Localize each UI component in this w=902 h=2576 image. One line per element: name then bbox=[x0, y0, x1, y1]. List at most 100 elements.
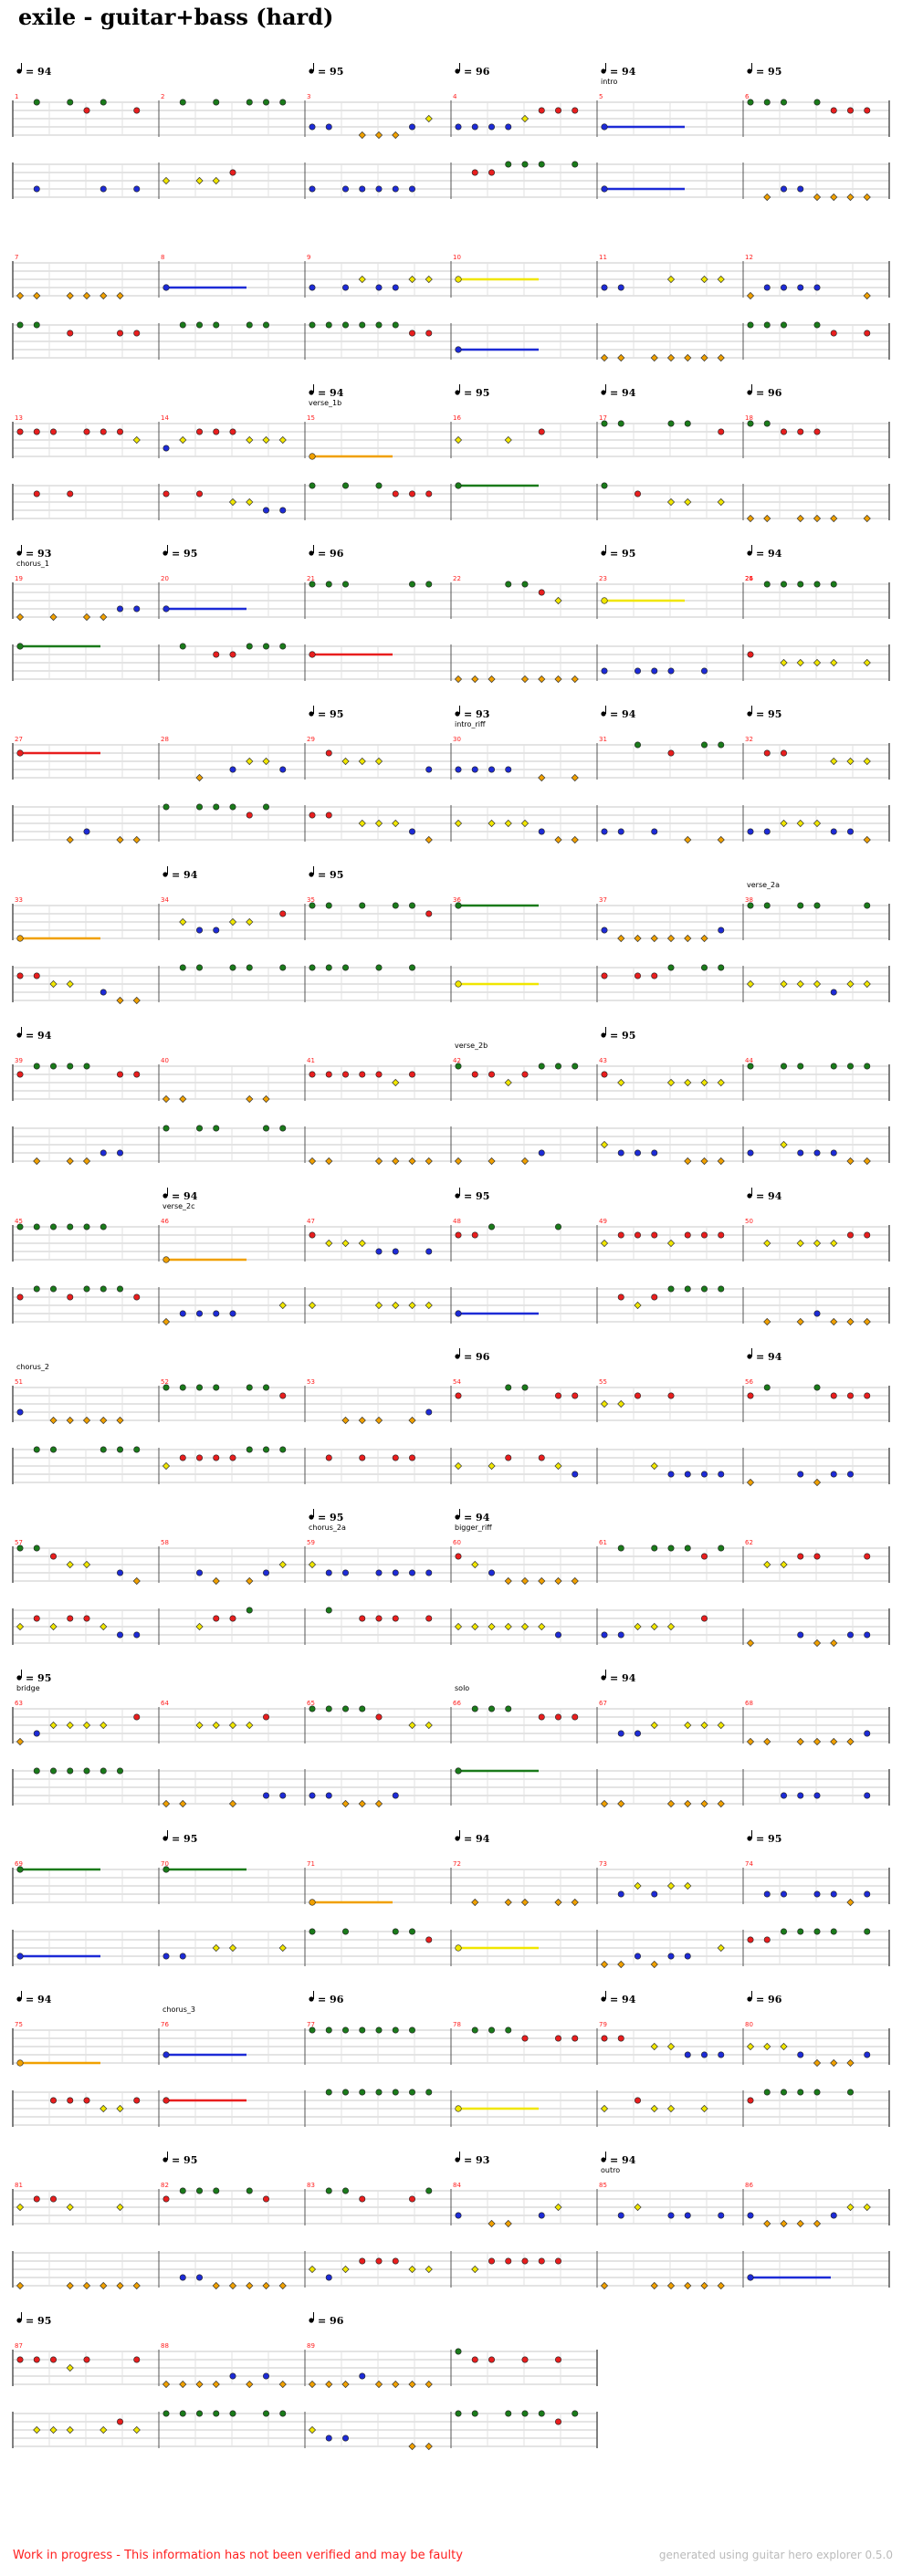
note-gem bbox=[718, 1285, 725, 1293]
measure-number: 7 bbox=[15, 254, 18, 261]
hopo-gem bbox=[100, 2281, 108, 2290]
note-gem bbox=[213, 1310, 220, 1317]
tempo-value: = 96 bbox=[318, 2315, 344, 2327]
hopo-gem bbox=[308, 1301, 317, 1310]
hopo-gem bbox=[650, 353, 658, 362]
hopo-gem bbox=[246, 1576, 254, 1586]
tempo-marker: = 96 bbox=[455, 1348, 490, 1363]
hopo-gem bbox=[813, 2219, 822, 2228]
quarter-note-icon bbox=[16, 1675, 22, 1681]
hopo-gem bbox=[520, 1157, 530, 1166]
hopo-gem bbox=[212, 1576, 220, 1586]
note-gem bbox=[700, 1285, 708, 1293]
hopo-gem bbox=[246, 757, 254, 766]
hopo-gem bbox=[813, 1478, 822, 1487]
hopo-gem bbox=[666, 934, 676, 943]
guitar-staff bbox=[12, 1384, 890, 1425]
note-gem bbox=[505, 581, 512, 588]
note-gem bbox=[392, 1928, 399, 1935]
note-gem bbox=[813, 321, 821, 329]
hopo-gem bbox=[520, 819, 530, 828]
tempo-marker: = 93 bbox=[455, 2152, 489, 2166]
hopo-gem bbox=[132, 835, 141, 844]
bass-staff bbox=[12, 2251, 890, 2290]
note-gem bbox=[718, 1231, 725, 1239]
note-gem bbox=[651, 1545, 658, 1552]
hopo-gem bbox=[341, 1799, 350, 1808]
note-gem bbox=[341, 1928, 349, 1935]
note-gem bbox=[425, 1615, 433, 1622]
note-gem bbox=[684, 1471, 691, 1478]
note-gem bbox=[488, 1705, 495, 1712]
measure-number: 27 bbox=[15, 736, 23, 743]
hopo-gem bbox=[425, 2265, 433, 2274]
hopo-gem bbox=[830, 1239, 838, 1248]
hopo-gem bbox=[179, 435, 187, 445]
hopo-gem bbox=[66, 291, 74, 300]
note-gem bbox=[813, 581, 821, 588]
tempo-marker: = 94 bbox=[163, 866, 198, 881]
bass-staff bbox=[12, 964, 890, 1005]
hopo-gem bbox=[666, 2042, 676, 2051]
note-gem bbox=[392, 1454, 399, 1461]
note-gem bbox=[601, 482, 608, 489]
hopo-gem bbox=[66, 1560, 74, 1569]
hopo-gem bbox=[763, 514, 771, 523]
note-gem bbox=[813, 1384, 821, 1391]
note-gem bbox=[864, 1063, 871, 1070]
tempo-marker: = 93 bbox=[455, 706, 489, 720]
hopo-gem bbox=[830, 2058, 838, 2068]
note-gem bbox=[601, 284, 608, 291]
note-gem bbox=[538, 107, 545, 114]
note-gem bbox=[392, 1248, 399, 1255]
note-gem bbox=[341, 1705, 349, 1712]
note-gem bbox=[425, 1408, 433, 1416]
hopo-gem bbox=[717, 1799, 725, 1808]
hopo-gem bbox=[488, 1461, 496, 1471]
note-gem bbox=[572, 2035, 579, 2042]
quarter-note-icon bbox=[601, 2157, 606, 2162]
note-gem bbox=[117, 1446, 124, 1453]
measure-number: 80 bbox=[745, 2021, 753, 2028]
note-gem bbox=[554, 1223, 561, 1230]
hopo-gem bbox=[278, 435, 287, 445]
hopo-gem bbox=[325, 1239, 333, 1248]
bass-staff bbox=[12, 161, 890, 202]
note-gem bbox=[471, 1071, 478, 1078]
note-gem bbox=[49, 2356, 57, 2363]
quarter-note-icon bbox=[163, 1836, 168, 1841]
note-gem bbox=[33, 1223, 40, 1230]
measure-number: 35 bbox=[307, 896, 315, 904]
hopo-gem bbox=[666, 353, 676, 362]
note-gem bbox=[279, 1792, 287, 1799]
hopo-gem bbox=[684, 2281, 692, 2290]
note-gem bbox=[341, 321, 349, 329]
hopo-gem bbox=[763, 193, 771, 202]
note-gem bbox=[262, 1384, 269, 1391]
note-gem bbox=[49, 428, 57, 435]
note-gem bbox=[229, 2372, 236, 2380]
hopo-gem bbox=[650, 2281, 658, 2290]
note-gem bbox=[359, 2195, 366, 2203]
note-gem bbox=[572, 1471, 579, 1478]
note-gem bbox=[408, 123, 415, 131]
tempo-marker: = 95 bbox=[163, 2152, 197, 2166]
measure-number: 56 bbox=[745, 1378, 753, 1386]
note-gem bbox=[425, 2089, 433, 2096]
note-gem bbox=[229, 651, 236, 658]
hopo-gem bbox=[746, 514, 755, 523]
quarter-note-icon bbox=[601, 550, 606, 556]
quarter-note-icon bbox=[747, 1996, 752, 2002]
hopo-gem bbox=[374, 1416, 383, 1425]
note-gem bbox=[488, 1223, 495, 1230]
tempo-value: = 94 bbox=[318, 387, 344, 399]
note-gem bbox=[133, 1071, 141, 1078]
hopo-gem bbox=[195, 176, 204, 185]
note-gem bbox=[359, 902, 366, 909]
tempo-marker: = 93 bbox=[16, 545, 51, 560]
tempo-value: = 94 bbox=[464, 1512, 490, 1524]
note-gem bbox=[262, 2372, 269, 2380]
note-gem bbox=[246, 643, 253, 650]
guitar-staff bbox=[12, 261, 890, 300]
measure-number: 14 bbox=[161, 414, 169, 422]
